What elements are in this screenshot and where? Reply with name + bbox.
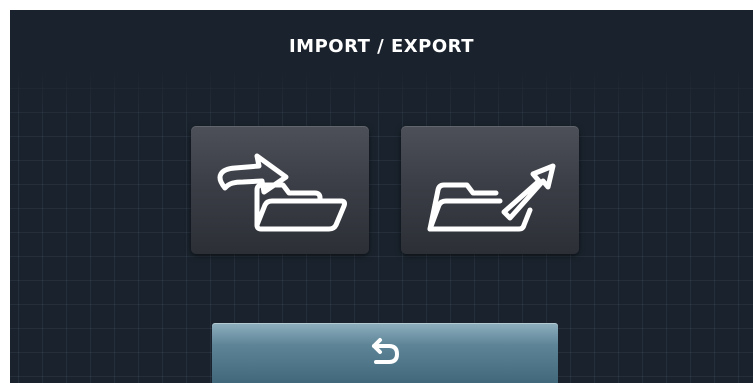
import-export-screen: IMPORT / EXPORT [10, 10, 753, 383]
folder-export-icon [427, 163, 556, 232]
export-button[interactable] [401, 126, 579, 254]
page-title: IMPORT / EXPORT [288, 36, 475, 57]
back-button[interactable] [212, 323, 558, 383]
back-arrow-icon [372, 338, 399, 364]
import-button[interactable] [191, 126, 369, 254]
folder-import-icon [217, 153, 348, 232]
